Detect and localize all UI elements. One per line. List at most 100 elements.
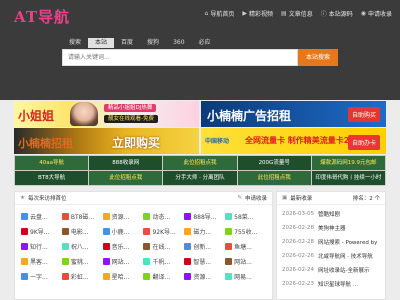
favicon-icon: [184, 213, 192, 220]
site-link[interactable]: 92K导...: [143, 224, 184, 239]
news-title: 北咸导航网 · 技术导航: [317, 254, 373, 260]
banner-cta: 立即购买: [112, 136, 161, 150]
search-tab-baidu[interactable]: 百度: [114, 38, 140, 48]
site-link[interactable]: 网站...: [102, 254, 144, 269]
search-tab-bing[interactable]: 必应: [192, 38, 218, 48]
site-link[interactable]: 磁力...: [184, 224, 225, 239]
ad-banner-rent[interactable]: 小楠楠广告招租 自助购买: [201, 101, 386, 127]
search-tab-sogou[interactable]: 搜狗: [140, 38, 166, 48]
search-input[interactable]: [63, 50, 297, 65]
grid-link[interactable]: 200G流量号: [237, 156, 311, 170]
site-link[interactable]: 在线...: [143, 239, 184, 254]
site-link[interactable]: 音乐...: [102, 239, 144, 254]
site-label: 资源...: [111, 214, 130, 221]
site-link[interactable]: 祝八...: [61, 239, 103, 254]
favicon-icon: [225, 258, 233, 265]
pager[interactable]: 排名：2 个: [353, 194, 380, 202]
favicon-icon: [61, 273, 69, 280]
news-item[interactable]: 2026-02-28 网站搜索 - Powered by: [282, 235, 380, 249]
site-link[interactable]: 9K导...: [21, 224, 62, 239]
search-tab-site[interactable]: 本站: [88, 38, 115, 48]
latest-panel: ▣ 最新收录 排名：2 个 2026-03-05 管酷知剧 2026-02-28 美狗…: [276, 191, 386, 300]
favicon-icon: [21, 273, 28, 280]
site-link[interactable]: 网易...: [225, 269, 266, 284]
site-label: 鱼塘...: [234, 244, 252, 251]
grid-link[interactable]: 888收录网: [89, 156, 163, 170]
site-link[interactable]: 星哈...: [102, 269, 144, 284]
search-tab-360[interactable]: 360: [166, 38, 191, 48]
site-link[interactable]: 知行...: [21, 239, 62, 254]
site-label: 网站...: [111, 259, 130, 266]
site-link[interactable]: 创新...: [184, 239, 225, 254]
grid-link[interactable]: 印度伟哥代购丨挂续一小时: [311, 171, 385, 185]
site-label: 创新...: [193, 244, 212, 251]
favicon-icon: [143, 228, 151, 235]
site-link[interactable]: 网站...: [225, 254, 266, 269]
nav-home[interactable]: ⌂ 导航首页: [205, 9, 235, 18]
banner-apply-button[interactable]: 自助办卡: [347, 135, 380, 150]
site-label: 888导...: [193, 214, 217, 221]
nav-apply[interactable]: ◉ 申请收录: [361, 9, 392, 18]
news-item[interactable]: 2026-02-26 北咸导航网 · 技术导航: [282, 249, 380, 263]
site-label: 蜜桃...: [70, 259, 89, 266]
site-link[interactable]: 小鹿...: [102, 224, 144, 239]
ad-banner-dance[interactable]: 小姐姐 精品小姐姐DJ热舞 靓女在线观看-免费: [14, 101, 199, 127]
site-link[interactable]: 黑客...: [21, 254, 62, 269]
site-link[interactable]: 888导...: [184, 209, 225, 224]
favicon-icon: [61, 258, 69, 265]
news-item[interactable]: 2026-02-23 知识星球导航 ...: [282, 277, 380, 291]
site-label: 云盘...: [30, 214, 48, 221]
search-button[interactable]: 本站搜索: [298, 49, 338, 66]
site-link[interactable]: 智慧...: [184, 254, 225, 269]
apply-link[interactable]: 申请收录: [245, 194, 267, 202]
grid-link[interactable]: 此位招租点我: [237, 171, 311, 185]
banner-buy-button[interactable]: 自助购买: [347, 107, 380, 122]
site-link[interactable]: 蜜桃...: [61, 254, 103, 269]
panel-header: ▣ 最新收录 排名：2 个: [277, 192, 385, 205]
site-link[interactable]: 彩虹...: [61, 269, 103, 284]
nav-source[interactable]: ⓘ 本站源码: [321, 9, 353, 18]
ad-banner-sim[interactable]: 中国移动 全网流量卡 制作精美流量卡200G/月 自助办卡: [201, 128, 386, 154]
news-date: 2026-02-28: [282, 225, 314, 231]
grid-link[interactable]: 爆款源码网19.9元包邮: [311, 156, 385, 170]
site-link[interactable]: 千帆...: [143, 254, 184, 269]
news-item[interactable]: 2026-03-05 管酷知剧: [282, 207, 380, 221]
favicon-icon: [184, 228, 192, 235]
site-logo[interactable]: AT导航: [14, 6, 70, 27]
site-link[interactable]: 58菜...: [225, 209, 266, 224]
site-link[interactable]: BT8磁...: [61, 209, 103, 224]
banner-photo: [70, 102, 98, 126]
news-title: 网站搜索 - Powered by: [317, 240, 378, 246]
site-link[interactable]: 动态...: [143, 209, 184, 224]
site-link[interactable]: 翻译...: [143, 269, 184, 284]
site-link[interactable]: 云盘...: [21, 209, 62, 224]
news-title: 管酷知剧: [317, 212, 340, 218]
news-date: 2026-02-26: [282, 253, 314, 259]
grid-link[interactable]: 此位招租点我: [163, 156, 237, 170]
news-date: 2026-03-05: [282, 211, 314, 217]
grid-link[interactable]: BT8大导航: [15, 171, 89, 185]
favicon-icon: [102, 273, 110, 280]
news-date: 2026-02-24: [282, 267, 314, 273]
site-link[interactable]: 资源...: [184, 269, 225, 284]
nav-articles[interactable]: ▤ 文章信息: [281, 9, 313, 18]
site-grid: 云盘... BT8磁... 资源... 动态... 888导... 58菜... 9K导..…: [21, 209, 266, 284]
favicon-icon: [102, 228, 110, 235]
site-link[interactable]: 一字...: [21, 269, 62, 284]
site-label: 电影...: [70, 229, 89, 236]
grid-link[interactable]: 此位招租点我: [89, 171, 163, 185]
grid-link[interactable]: 40aa导航: [15, 156, 89, 170]
site-link[interactable]: 电影...: [61, 224, 103, 239]
grid-link[interactable]: 分手大师 · 分离团队: [163, 171, 237, 185]
favicon-icon: [184, 273, 192, 280]
favicon-icon: [21, 213, 28, 220]
site-link[interactable]: 资源...: [102, 209, 144, 224]
nav-videos[interactable]: ▶ 精彩视频: [242, 9, 273, 18]
ad-banner-rent-gold[interactable]: 小楠楠招租 立即购买: [14, 128, 199, 154]
site-link[interactable]: 755收...: [225, 224, 266, 239]
news-item[interactable]: 2026-02-24 网址收录站-全新展示: [282, 263, 380, 277]
user-icon: ◉: [360, 10, 366, 17]
news-item[interactable]: 2026-02-28 美狗神主器: [282, 221, 380, 235]
site-link[interactable]: 鱼塘...: [225, 239, 266, 254]
favicon-icon: [61, 243, 69, 250]
